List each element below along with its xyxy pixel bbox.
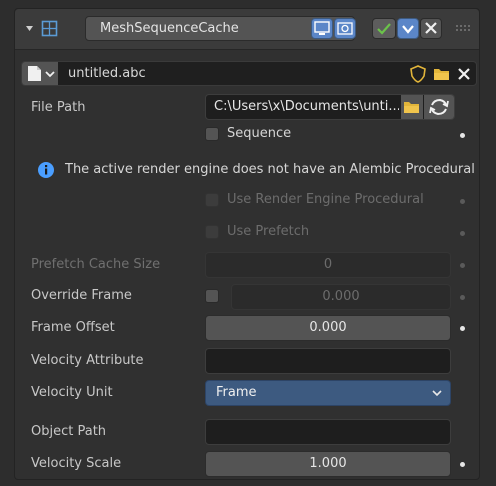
unlink-cache-icon[interactable] <box>454 65 474 83</box>
override-frame-checkbox[interactable] <box>205 289 219 303</box>
use-prefetch-label[interactable]: Use Prefetch <box>227 224 309 240</box>
override-frame-keyframe-dot[interactable] <box>460 295 465 300</box>
cache-file-browse-button[interactable] <box>22 62 58 85</box>
file-path-input[interactable]: C:\Users\x\Documents\unti... <box>205 94 455 120</box>
override-frame-input[interactable]: 0.000 <box>231 284 451 310</box>
prefetch-cache-size-keyframe-dot[interactable] <box>460 263 465 268</box>
use-render-engine-procedural-label[interactable]: Use Render Engine Procedural <box>227 192 424 208</box>
modifier-name-text: MeshSequenceCache <box>100 21 239 36</box>
prefetch-cache-size-input[interactable]: 0 <box>205 252 451 278</box>
drag-handle-icon[interactable] <box>456 24 470 33</box>
remove-icon[interactable] <box>420 18 442 39</box>
prefetch-cache-size-label: Prefetch Cache Size <box>31 257 161 272</box>
cache-file-selector[interactable]: untitled.abc <box>21 61 477 86</box>
file-path-label: File Path <box>31 100 86 115</box>
mesh-sequence-cache-panel: MeshSequenceCache untitled.abc File Path… <box>14 8 480 480</box>
object-path-value <box>206 424 214 439</box>
edit-mode-toggle-icon[interactable] <box>372 18 396 39</box>
info-icon <box>37 161 55 179</box>
sequence-checkbox[interactable] <box>205 127 219 141</box>
use-render-engine-procedural-checkbox[interactable] <box>205 193 219 207</box>
document-icon <box>28 66 55 81</box>
file-path-value: C:\Users\x\Documents\unti... <box>214 99 399 114</box>
velocity-unit-value: Frame <box>216 385 257 400</box>
modifier-header: MeshSequenceCache <box>15 9 479 50</box>
sequence-label[interactable]: Sequence <box>227 126 291 142</box>
reload-icon[interactable] <box>424 95 454 119</box>
velocity-scale-input[interactable]: 1.000 <box>205 451 451 477</box>
velocity-attribute-input[interactable] <box>205 348 451 374</box>
realtime-display-icon[interactable] <box>311 18 333 39</box>
render-icon[interactable] <box>334 18 356 39</box>
use-prefetch-keyframe-dot[interactable] <box>460 231 465 236</box>
velocity-attribute-value <box>206 353 214 368</box>
chevron-down-icon <box>432 389 442 397</box>
fake-user-shield-icon[interactable] <box>408 64 428 84</box>
collapse-arrow-icon[interactable] <box>25 24 34 33</box>
object-path-input[interactable] <box>205 419 451 445</box>
velocity-unit-dropdown[interactable]: Frame <box>205 380 451 406</box>
object-path-label: Object Path <box>31 424 107 439</box>
velocity-unit-label: Velocity Unit <box>31 385 113 400</box>
velocity-attribute-label: Velocity Attribute <box>31 353 144 368</box>
file-path-browse-folder-icon[interactable] <box>401 95 423 119</box>
prefetch-cache-size-value: 0 <box>323 257 333 272</box>
frame-offset-keyframe-dot[interactable] <box>460 326 465 331</box>
cage-dropdown-icon[interactable] <box>397 18 419 39</box>
velocity-scale-keyframe-dot[interactable] <box>460 462 465 467</box>
override-frame-value: 0.000 <box>322 289 360 304</box>
sequence-keyframe-dot[interactable] <box>460 133 465 138</box>
frame-offset-value: 0.000 <box>309 320 347 335</box>
frame-offset-label: Frame Offset <box>31 320 115 335</box>
cache-file-name: untitled.abc <box>68 66 146 81</box>
info-message: The active render engine does not have a… <box>65 162 475 177</box>
use-prefetch-checkbox[interactable] <box>205 225 219 239</box>
velocity-scale-value: 1.000 <box>309 456 347 471</box>
frame-offset-input[interactable]: 0.000 <box>205 315 451 341</box>
modifier-type-icon <box>41 20 58 37</box>
override-frame-label: Override Frame <box>31 288 132 303</box>
open-folder-icon[interactable] <box>432 65 452 83</box>
use-render-engine-procedural-keyframe-dot[interactable] <box>460 199 465 204</box>
velocity-scale-label: Velocity Scale <box>31 456 122 471</box>
